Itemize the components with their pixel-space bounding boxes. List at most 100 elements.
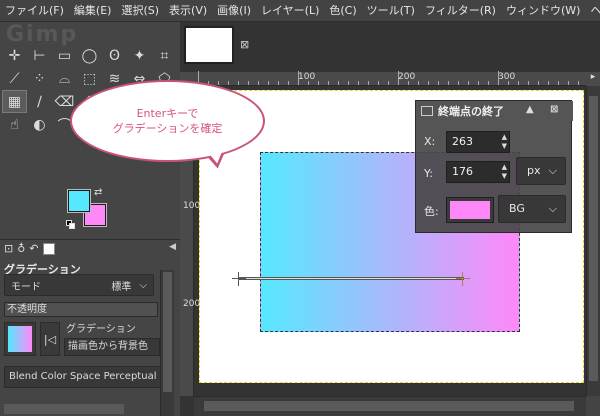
fuzzy-select-icon[interactable]: ✦ [127, 44, 152, 67]
ruler-label: 300 [498, 72, 516, 82]
gradient-end-handle[interactable] [456, 272, 470, 286]
ruler-tick [238, 81, 239, 85]
ruler-tick [318, 81, 319, 85]
ruler-tick [228, 81, 229, 85]
close-icon[interactable]: ⊠ [550, 104, 558, 115]
gradient-name-field[interactable]: 描画色から背景色 [64, 338, 160, 356]
ruler-tick [568, 81, 569, 85]
lasso-icon[interactable]: ʘ [102, 44, 127, 67]
tool-options-scrollbar[interactable] [160, 270, 174, 416]
menu-windows[interactable]: ウィンドウ(W) [501, 0, 585, 21]
ruler-tick [528, 81, 529, 85]
ruler-tick [548, 81, 549, 85]
blend-color-space-select[interactable]: Blend Color Space Perceptual R [4, 366, 162, 388]
ruler-horizontal[interactable]: 100 200 300 [194, 71, 600, 86]
vertical-scrollbar[interactable] [586, 86, 600, 396]
ruler-tick [418, 81, 419, 85]
ruler-tick [498, 71, 499, 85]
menu-tools[interactable]: ツール(T) [362, 0, 420, 21]
select-by-color-icon[interactable]: ⁘ [27, 67, 52, 90]
ruler-tick [578, 81, 579, 85]
menu-colors[interactable]: 色(C) [324, 0, 361, 21]
dialog-title-text: 終端点の終了 [438, 105, 504, 118]
color-label: 色: [424, 205, 439, 218]
move-icon[interactable]: ✛ [2, 44, 27, 67]
ruler-tick [488, 81, 489, 85]
dodge-icon[interactable]: ◐ [27, 113, 52, 136]
mode-label: モード [11, 281, 41, 293]
rect-select-icon[interactable]: ▭ [52, 44, 77, 67]
gradient-line[interactable] [239, 277, 464, 280]
scrollbar-thumb[interactable] [163, 272, 172, 392]
callout-line-2: グラデーションを確定 [112, 122, 223, 135]
opacity-slider[interactable]: 不透明度 [4, 302, 158, 317]
ruler-tick [448, 81, 449, 85]
unit-value: px [527, 164, 541, 177]
foreground-color[interactable] [68, 190, 90, 212]
toolbox-bottom-scrollbar[interactable] [4, 404, 124, 414]
y-label: Y: [424, 167, 433, 180]
zoom-corner-button[interactable] [586, 396, 600, 416]
gradient-swatch [8, 326, 32, 352]
gradient-icon[interactable]: ▦ [2, 90, 27, 113]
ruler-tick [248, 81, 249, 85]
align-icon[interactable]: ⊢ [27, 44, 52, 67]
menu-view[interactable]: 表示(V) [164, 0, 212, 21]
menu-file[interactable]: ファイル(F) [0, 0, 69, 21]
reverse-gradient-button[interactable]: |◁ [40, 322, 60, 356]
ellipse-select-icon[interactable]: ◯ [77, 44, 102, 67]
scissors-select-icon[interactable]: ⌓ [52, 67, 77, 90]
endpoint-color-button[interactable] [446, 197, 494, 223]
menu-image[interactable]: 画像(I) [212, 0, 256, 21]
mode-select[interactable]: モード 標準 ⌵ [4, 274, 154, 296]
reset-colors-icon[interactable] [66, 220, 76, 230]
scrollbar-thumb[interactable] [204, 401, 574, 411]
images-tab-icon[interactable] [42, 242, 55, 255]
close-icon[interactable]: ⊠ [240, 38, 249, 51]
ruler-label: 100 [183, 201, 201, 211]
device-status-tab-icon[interactable]: ♁ [17, 242, 25, 255]
ruler-tick [348, 81, 349, 85]
gradient-start-handle[interactable] [232, 272, 246, 286]
ruler-tick [388, 81, 389, 85]
menu-filters[interactable]: フィルター(R) [420, 0, 501, 21]
unit-select[interactable]: px ⌵ [516, 157, 566, 185]
brush-icon[interactable]: ∕ [27, 90, 52, 113]
ruler-tick [438, 81, 439, 85]
x-label: X: [424, 135, 436, 148]
collapse-icon[interactable]: ▲ [526, 104, 534, 115]
x-spinbox[interactable]: 263 ▲ ▼ [446, 131, 510, 153]
dock-menu-icon[interactable]: ◀ [169, 242, 176, 252]
gradient-preview[interactable] [4, 322, 36, 356]
gradient-icon [421, 106, 433, 116]
navigate-icon[interactable]: ▸ [586, 72, 600, 86]
ruler-tick [278, 81, 279, 85]
menu-layer[interactable]: レイヤー(L) [256, 0, 324, 21]
menu-help[interactable]: ヘルプ(H) [585, 0, 600, 21]
horizontal-scrollbar[interactable] [194, 396, 586, 416]
spin-arrows-icon[interactable]: ▲ ▼ [502, 133, 507, 151]
ruler-tick [368, 81, 369, 85]
ruler-tick [538, 81, 539, 85]
color-mode-select[interactable]: BG ⌵ [498, 195, 566, 223]
undo-history-tab-icon[interactable]: ↶ [29, 242, 38, 255]
smudge-icon[interactable]: ☝ [2, 113, 27, 136]
scrollbar-thumb[interactable] [589, 96, 598, 381]
y-spinbox[interactable]: 176 ▲ ▼ [446, 161, 510, 183]
endpoint-dialog: 終端点の終了 ▲ ⊠ X: 263 ▲ ▼ Y: 176 ▲ ▼ px ⌵ 色: B… [415, 100, 573, 233]
image-tab-thumbnail[interactable] [184, 26, 234, 64]
chevron-down-icon: ⌵ [548, 202, 557, 215]
ruler-tick [328, 81, 329, 85]
spin-arrows-icon[interactable]: ▲ ▼ [502, 163, 507, 181]
chevron-down-icon: ⌵ [548, 164, 557, 177]
transform-icon[interactable]: ⬚ [77, 67, 102, 90]
wand-icon[interactable]: ⟋ [2, 67, 27, 90]
tool-options-tab-icon[interactable]: ⊡ [4, 242, 13, 255]
swap-colors-icon[interactable]: ⇄ [94, 187, 102, 198]
ruler-tick [428, 81, 429, 85]
crop-icon[interactable]: ⌗ [152, 44, 177, 67]
menu-edit[interactable]: 編集(E) [69, 0, 117, 21]
ruler-tick [478, 81, 479, 85]
ruler-tick [308, 81, 309, 85]
menu-select[interactable]: 選択(S) [116, 0, 164, 21]
